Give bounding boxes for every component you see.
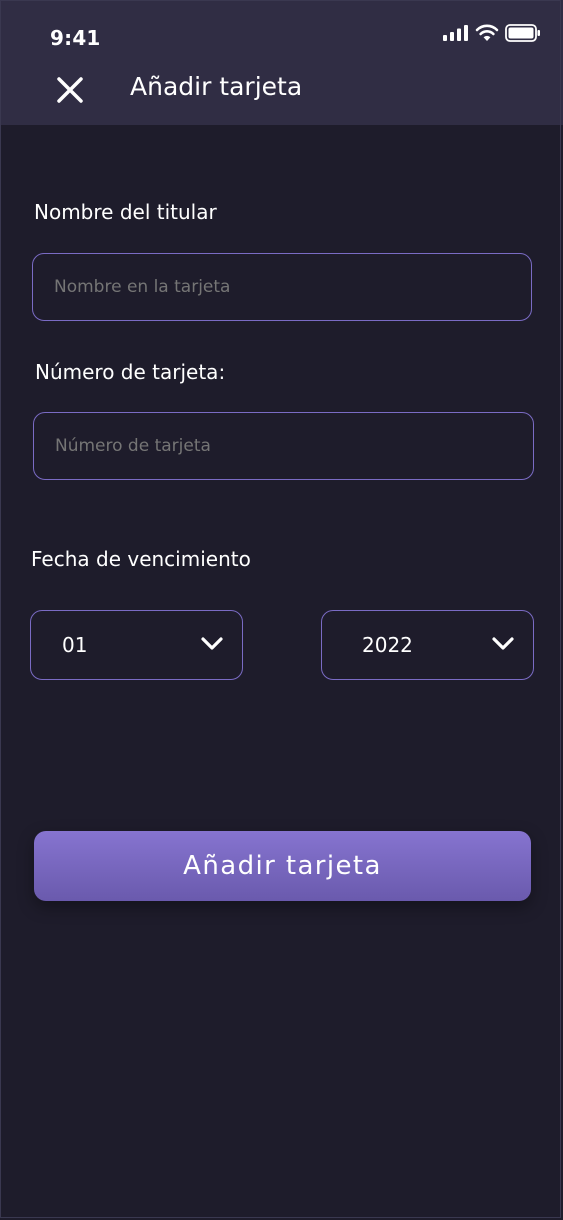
expiry-month-select[interactable]: 01	[30, 610, 243, 680]
expiry-year-select[interactable]: 2022	[321, 610, 534, 680]
add-card-button[interactable]: Añadir tarjeta	[34, 831, 531, 901]
status-time: 9:41	[50, 26, 101, 50]
holder-name-label: Nombre del titular	[34, 200, 217, 224]
expiry-month-value: 01	[62, 633, 88, 657]
holder-name-input[interactable]	[32, 253, 532, 321]
close-button[interactable]	[50, 70, 90, 110]
status-icons	[443, 24, 541, 42]
battery-icon	[505, 24, 540, 42]
card-number-input[interactable]	[33, 412, 534, 480]
wifi-icon	[475, 24, 499, 41]
screen-frame	[0, 0, 561, 1218]
expiry-date-label: Fecha de vencimiento	[31, 547, 251, 571]
app-bar: 9:41 Añadir tarjeta	[0, 0, 563, 125]
cellular-signal-icon	[443, 25, 468, 41]
card-number-label: Número de tarjeta:	[35, 360, 226, 384]
close-icon	[57, 77, 83, 103]
chevron-down-icon	[201, 637, 223, 650]
expiry-year-value: 2022	[362, 633, 413, 657]
chevron-down-icon	[492, 637, 514, 650]
page-title: Añadir tarjeta	[130, 72, 303, 101]
